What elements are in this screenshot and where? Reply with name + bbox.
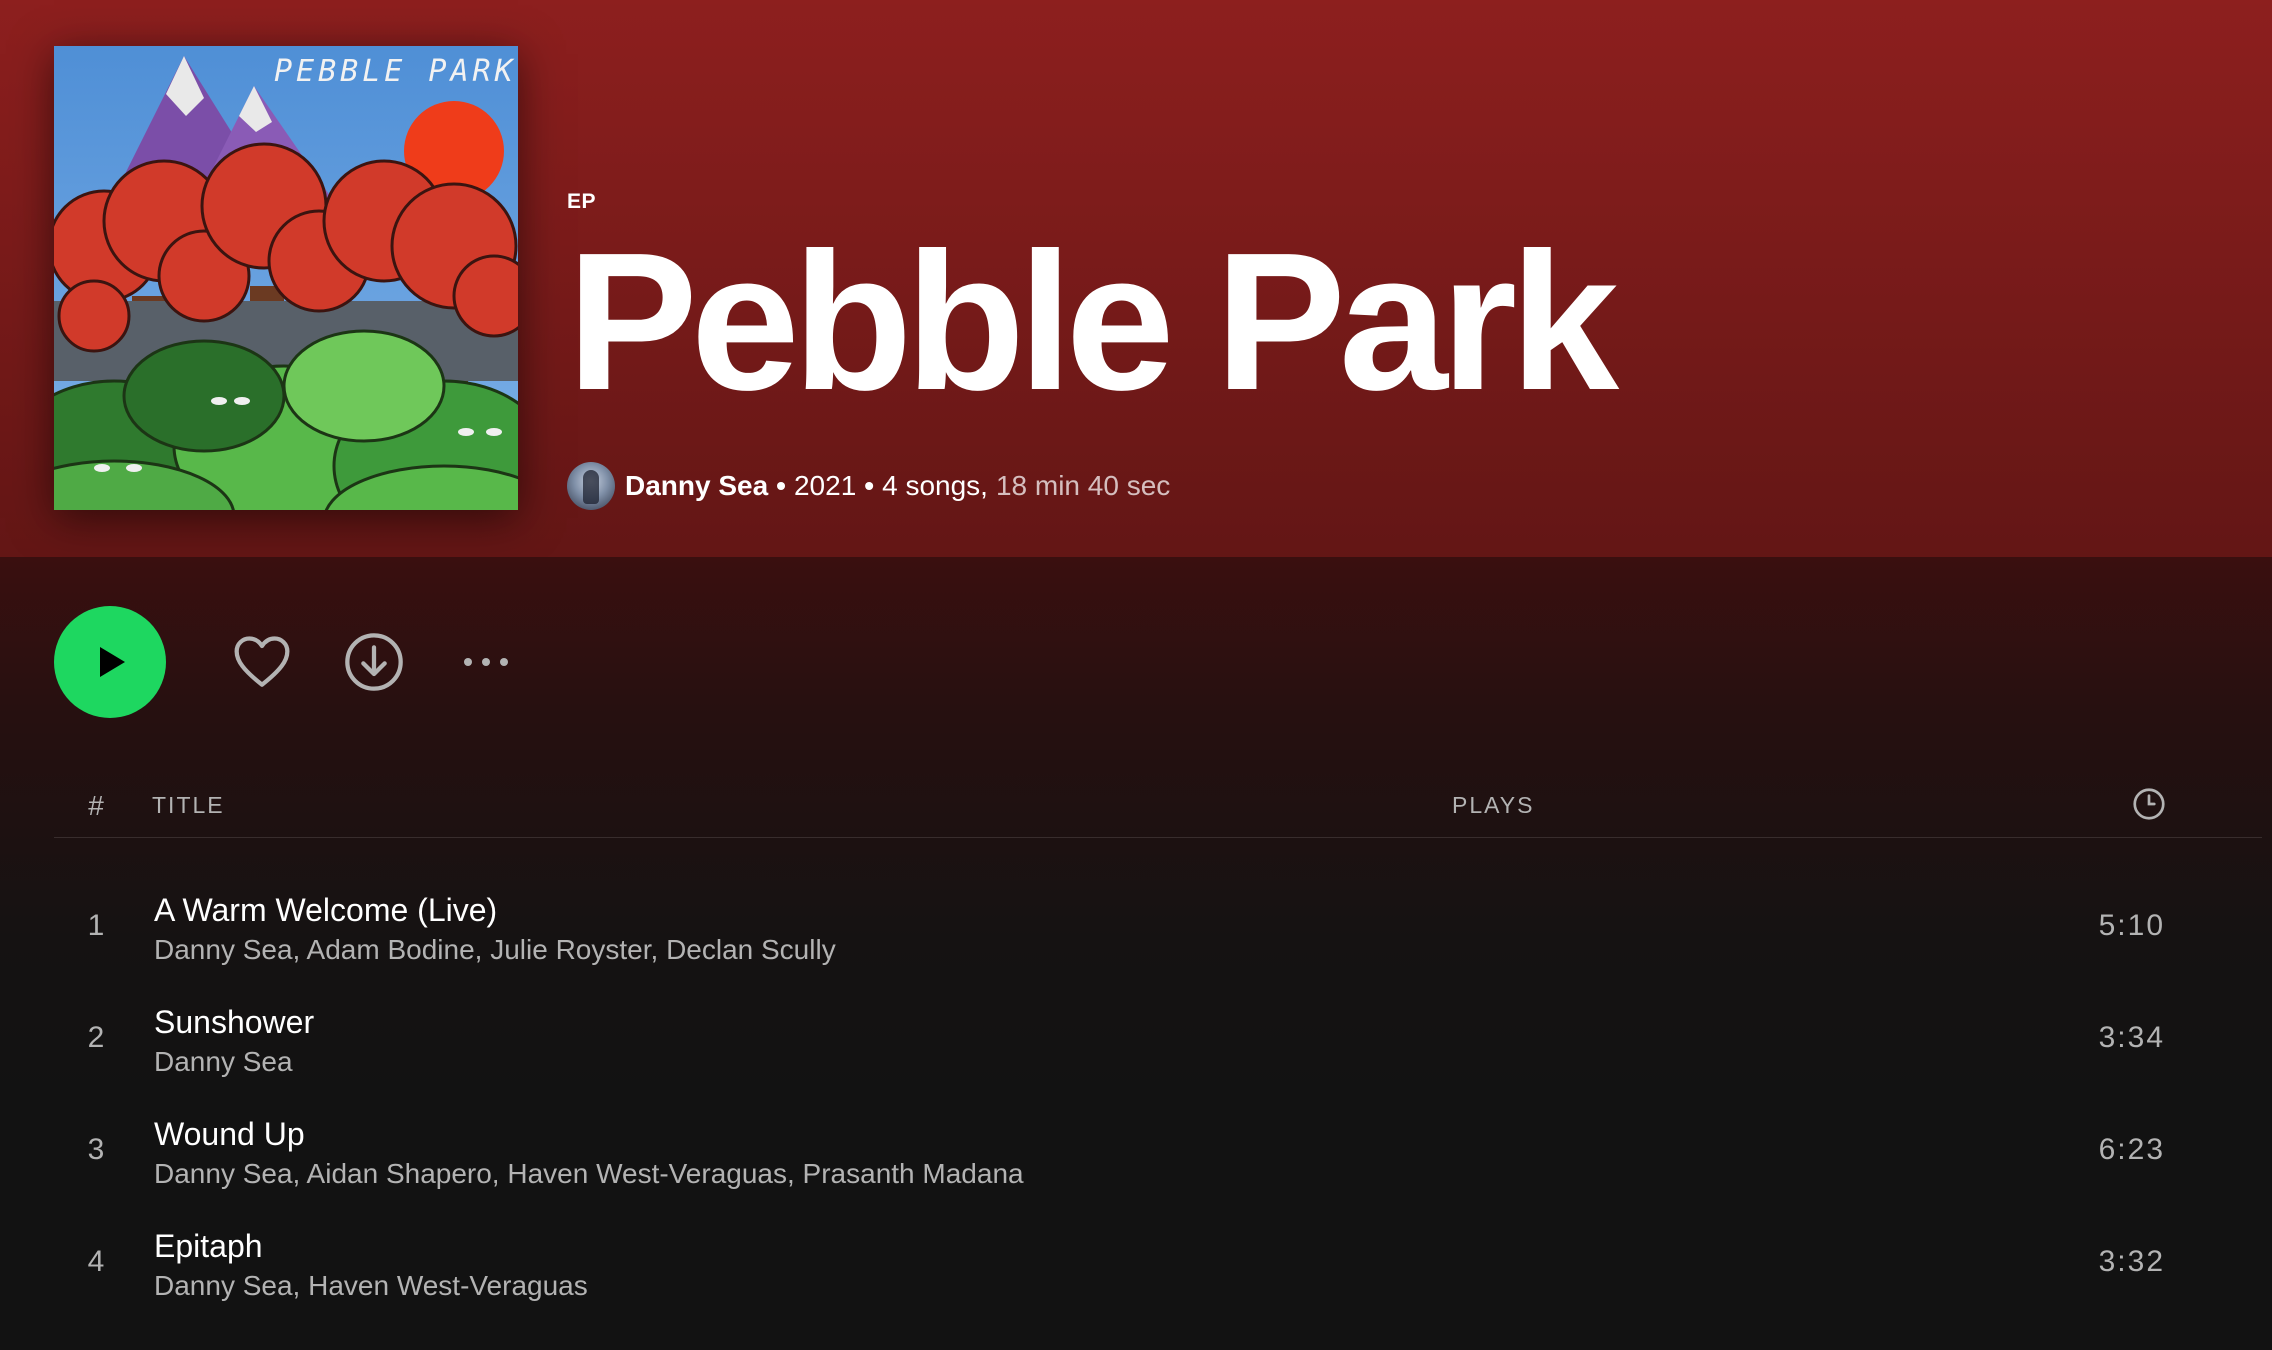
track-duration: 6:23 — [2098, 1133, 2165, 1166]
release-type-label: EP — [567, 190, 597, 213]
album-page: PEBBLE PARK EP Pebble Park Danny Sea • 2… — [0, 0, 2272, 1350]
track-artists[interactable]: Danny Sea, Haven West-Veraguas — [154, 1270, 588, 1302]
more-options-button[interactable] — [454, 630, 518, 694]
track-duration: 3:32 — [2098, 1245, 2165, 1278]
track-row[interactable]: 2 Sunshower Danny Sea 3:34 — [54, 990, 2262, 1094]
column-plays: PLAYS — [1452, 792, 1535, 818]
clock-icon — [2133, 788, 2165, 820]
album-meta: Danny Sea • 2021 • 4 songs, 18 min 40 se… — [567, 462, 1170, 510]
track-artists[interactable]: Danny Sea, Adam Bodine, Julie Royster, D… — [154, 934, 836, 966]
column-duration — [2131, 786, 2167, 828]
artist-link[interactable]: Danny Sea — [625, 470, 768, 502]
release-year: 2021 — [793, 470, 857, 501]
play-button[interactable] — [54, 606, 166, 718]
track-title[interactable]: A Warm Welcome (Live) — [154, 892, 497, 929]
track-number: 1 — [87, 909, 105, 942]
track-number: 4 — [87, 1245, 105, 1278]
column-title: TITLE — [152, 792, 225, 818]
album-info: EP Pebble Park — [567, 190, 2217, 422]
like-button[interactable] — [230, 630, 294, 694]
artist-avatar[interactable] — [567, 462, 615, 510]
album-cover: PEBBLE PARK — [54, 46, 518, 510]
play-icon — [100, 647, 125, 677]
track-artists[interactable]: Danny Sea — [154, 1046, 293, 1078]
heart-icon — [234, 636, 290, 687]
track-duration: 3:34 — [2098, 1021, 2165, 1054]
download-button[interactable] — [342, 630, 406, 694]
album-title: Pebble Park — [567, 212, 1619, 431]
cover-text: PEBBLE PARK — [274, 54, 517, 89]
meta-separator: • — [776, 470, 786, 501]
track-number: 2 — [87, 1021, 105, 1054]
meta-separator: • — [864, 470, 875, 501]
track-number: 3 — [87, 1133, 105, 1166]
track-artists[interactable]: Danny Sea, Aidan Shapero, Haven West-Ver… — [154, 1158, 1024, 1190]
column-number: # — [88, 790, 104, 821]
total-duration: 18 min 40 sec — [995, 470, 1171, 501]
track-title[interactable]: Wound Up — [154, 1116, 305, 1153]
track-row[interactable]: 4 Epitaph Danny Sea, Haven West-Veraguas… — [54, 1214, 2262, 1318]
tracklist-header: # TITLE PLAYS — [54, 782, 2262, 838]
track-row[interactable]: 1 A Warm Welcome (Live) Danny Sea, Adam … — [54, 878, 2262, 982]
track-title[interactable]: Epitaph — [154, 1228, 263, 1265]
more-horizontal-icon — [464, 658, 508, 666]
track-title[interactable]: Sunshower — [154, 1004, 314, 1041]
album-header: PEBBLE PARK EP Pebble Park Danny Sea • 2… — [0, 0, 2272, 557]
download-icon — [345, 633, 403, 691]
track-row[interactable]: 3 Wound Up Danny Sea, Aidan Shapero, Hav… — [54, 1102, 2262, 1206]
song-count: 4 songs, — [882, 470, 988, 501]
track-duration: 5:10 — [2098, 909, 2165, 942]
